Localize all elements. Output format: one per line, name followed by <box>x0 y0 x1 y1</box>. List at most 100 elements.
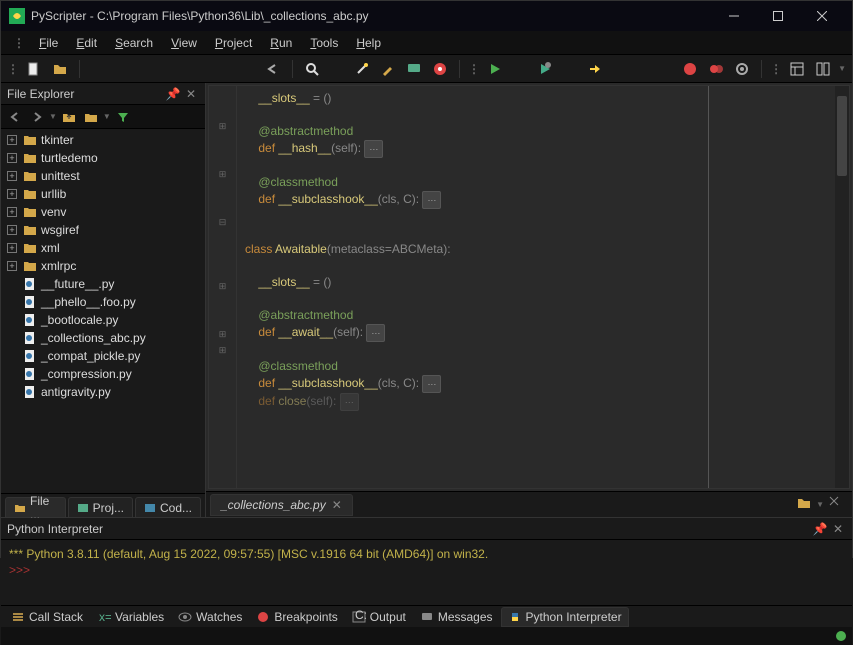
module-icon[interactable] <box>429 58 451 80</box>
tab-file-explorer[interactable]: File ... <box>5 497 66 517</box>
settings-icon[interactable] <box>731 58 753 80</box>
menu-view[interactable]: View <box>163 34 205 52</box>
forward-icon[interactable] <box>27 107 47 127</box>
tab-python-interpreter[interactable]: Python Interpreter <box>501 607 629 627</box>
pin-icon[interactable]: 📌 <box>812 521 828 537</box>
folder-nav-icon[interactable] <box>81 107 101 127</box>
menu-tools[interactable]: Tools <box>302 34 346 52</box>
fold-icon[interactable]: ⊞ <box>209 166 236 182</box>
code-content[interactable]: __slots__ = () @abstractmethod def __has… <box>237 86 849 488</box>
pin-icon[interactable]: 📌 <box>165 86 181 102</box>
collapsed-icon[interactable]: ··· <box>366 324 385 342</box>
tab-code-explorer[interactable]: Cod... <box>135 497 201 517</box>
open-folder-icon[interactable] <box>49 58 71 80</box>
menu-search[interactable]: Search <box>107 34 161 52</box>
tree-item[interactable]: +venv <box>1 203 205 221</box>
collapsed-icon[interactable]: ··· <box>340 393 359 411</box>
file-tree[interactable]: +tkinter +turtledemo +unittest +urllib +… <box>1 129 205 493</box>
tree-item[interactable]: __phello__.foo.py <box>1 293 205 311</box>
tab-watches[interactable]: Watches <box>172 607 248 627</box>
wand-icon[interactable] <box>351 58 373 80</box>
tree-item[interactable]: antigravity.py <box>1 383 205 401</box>
fold-icon[interactable]: ⊞ <box>209 278 236 294</box>
close-panel-icon[interactable]: ✕ <box>830 521 846 537</box>
collapsed-icon[interactable]: ··· <box>364 140 383 158</box>
menu-project[interactable]: Project <box>207 34 260 52</box>
expand-icon[interactable]: + <box>7 171 17 181</box>
tab-project[interactable]: Proj... <box>68 497 133 517</box>
menu-file[interactable]: File <box>31 34 66 52</box>
fold-icon[interactable]: ⊞ <box>209 342 236 358</box>
undo-icon[interactable] <box>262 58 284 80</box>
chevron-down-icon[interactable]: ▼ <box>838 64 846 73</box>
close-tab-icon[interactable]: ✕ <box>332 498 342 512</box>
tree-item[interactable]: +xml <box>1 239 205 257</box>
tree-item[interactable]: _compression.py <box>1 365 205 383</box>
folder-up-icon[interactable] <box>59 107 79 127</box>
expand-icon[interactable]: + <box>7 261 17 271</box>
minimize-button[interactable] <box>712 1 756 31</box>
close-all-icon[interactable] <box>828 495 848 515</box>
menu-help[interactable]: Help <box>348 34 389 52</box>
filter-icon[interactable] <box>113 107 133 127</box>
tab-output[interactable]: C:\Output <box>346 607 412 627</box>
expand-icon[interactable]: + <box>7 153 17 163</box>
tree-item[interactable]: __future__.py <box>1 275 205 293</box>
chevron-down-icon[interactable]: ▼ <box>816 500 824 509</box>
run-icon[interactable] <box>484 58 506 80</box>
fold-icon[interactable]: ⊟ <box>209 214 236 230</box>
tab-messages[interactable]: Messages <box>414 607 499 627</box>
expand-icon[interactable]: + <box>7 135 17 145</box>
tree-item[interactable]: +wsgiref <box>1 221 205 239</box>
fold-icon[interactable]: ⊞ <box>209 326 236 342</box>
expand-icon[interactable]: + <box>7 207 17 217</box>
step-icon[interactable] <box>584 58 606 80</box>
main-area: File Explorer 📌 ✕ ▼ ▼ +tkinter +turtlede… <box>1 83 852 517</box>
ruler-line <box>708 86 709 488</box>
tab-call-stack[interactable]: Call Stack <box>5 607 89 627</box>
expand-icon[interactable]: + <box>7 189 17 199</box>
menu-edit[interactable]: Edit <box>68 34 105 52</box>
back-icon[interactable] <box>5 107 25 127</box>
tab-variables[interactable]: x=Variables <box>91 607 170 627</box>
brush-icon[interactable] <box>377 58 399 80</box>
open-file-icon[interactable] <box>796 495 816 515</box>
search-icon[interactable] <box>301 58 323 80</box>
new-file-icon[interactable] <box>23 58 45 80</box>
code-editor[interactable]: ⊞ ⊞ ⊟ ⊞ ⊞ ⊞ __slots__ = () @abstractmeth… <box>208 85 850 489</box>
tab-breakpoints[interactable]: Breakpoints <box>250 607 343 627</box>
scrollbar-thumb[interactable] <box>837 96 847 176</box>
dropdown-icon-2[interactable]: ▼ <box>103 112 111 121</box>
layout-icon[interactable] <box>786 58 808 80</box>
tree-item[interactable]: +unittest <box>1 167 205 185</box>
debug-run-icon[interactable] <box>534 58 556 80</box>
dropdown-icon[interactable]: ▼ <box>49 112 57 121</box>
editor-tab[interactable]: _collections_abc.py ✕ <box>210 494 353 516</box>
tree-item[interactable]: +urllib <box>1 185 205 203</box>
expand-icon[interactable]: + <box>7 225 17 235</box>
menu-run[interactable]: Run <box>262 34 300 52</box>
panels-icon[interactable] <box>812 58 834 80</box>
close-panel-icon[interactable]: ✕ <box>183 86 199 102</box>
vertical-scrollbar[interactable] <box>835 86 849 488</box>
python-file-icon <box>23 295 37 309</box>
stop-all-icon[interactable] <box>705 58 727 80</box>
tree-item[interactable]: +turtledemo <box>1 149 205 167</box>
stop-icon[interactable] <box>679 58 701 80</box>
editor-gutter[interactable]: ⊞ ⊞ ⊟ ⊞ ⊞ ⊞ <box>209 86 237 488</box>
collapsed-icon[interactable]: ··· <box>422 191 441 209</box>
tree-item[interactable]: _collections_abc.py <box>1 329 205 347</box>
tree-item[interactable]: _compat_pickle.py <box>1 347 205 365</box>
tree-item[interactable]: +xmlrpc <box>1 257 205 275</box>
close-button[interactable] <box>800 1 844 31</box>
file-explorer-toolbar: ▼ ▼ <box>1 105 205 129</box>
python-icon <box>508 610 522 624</box>
comment-icon[interactable] <box>403 58 425 80</box>
tree-item[interactable]: +tkinter <box>1 131 205 149</box>
maximize-button[interactable] <box>756 1 800 31</box>
tree-item[interactable]: _bootlocale.py <box>1 311 205 329</box>
expand-icon[interactable]: + <box>7 243 17 253</box>
interpreter-console[interactable]: *** Python 3.8.11 (default, Aug 15 2022,… <box>1 540 852 605</box>
collapsed-icon[interactable]: ··· <box>422 375 441 393</box>
fold-icon[interactable]: ⊞ <box>209 118 236 134</box>
